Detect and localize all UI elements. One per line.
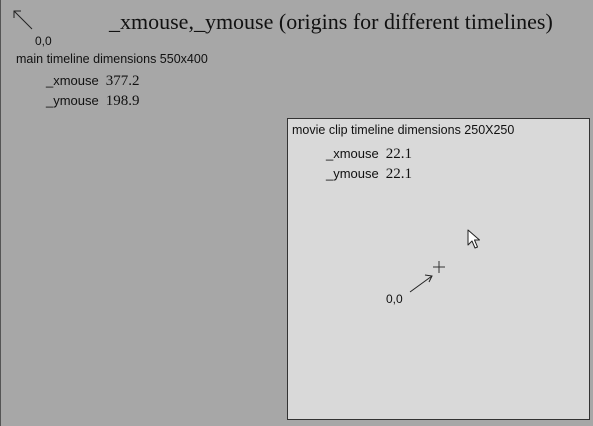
main-xmouse-value: 377.2 [105,73,140,89]
main-ymouse-readout: _ymouse 198.9 [46,93,140,110]
page-title: _xmouse,_ymouse (origins for different t… [109,9,553,34]
main-xmouse-label: _xmouse [46,73,99,88]
clip-origin-label: 0,0 [386,292,403,306]
clip-xmouse-label: _xmouse [326,146,379,161]
movie-clip-dimensions: movie clip timeline dimensions 250X250 [292,123,515,137]
clip-ymouse-label: _ymouse [326,166,379,181]
main-origin-label: 0,0 [35,34,52,48]
movie-clip-panel[interactable]: movie clip timeline dimensions 250X250 _… [287,118,590,420]
arrow-up-right-icon [409,274,433,293]
clip-xmouse-value: 22.1 [385,146,412,162]
main-timeline-dimensions: main timeline dimensions 550x400 [16,52,208,66]
main-xmouse-readout: _xmouse 377.2 [46,73,140,90]
main-ymouse-value: 198.9 [105,93,140,109]
main-ymouse-label: _ymouse [46,93,99,108]
clip-ymouse-value: 22.1 [385,166,412,182]
flash-stage[interactable]: 0,0 _xmouse,_ymouse (origins for differe… [0,0,593,426]
clip-ymouse-readout: _ymouse 22.1 [326,166,412,183]
mouse-pointer-icon [467,229,480,249]
arrow-up-left-icon [13,10,33,30]
clip-xmouse-readout: _xmouse 22.1 [326,146,412,163]
